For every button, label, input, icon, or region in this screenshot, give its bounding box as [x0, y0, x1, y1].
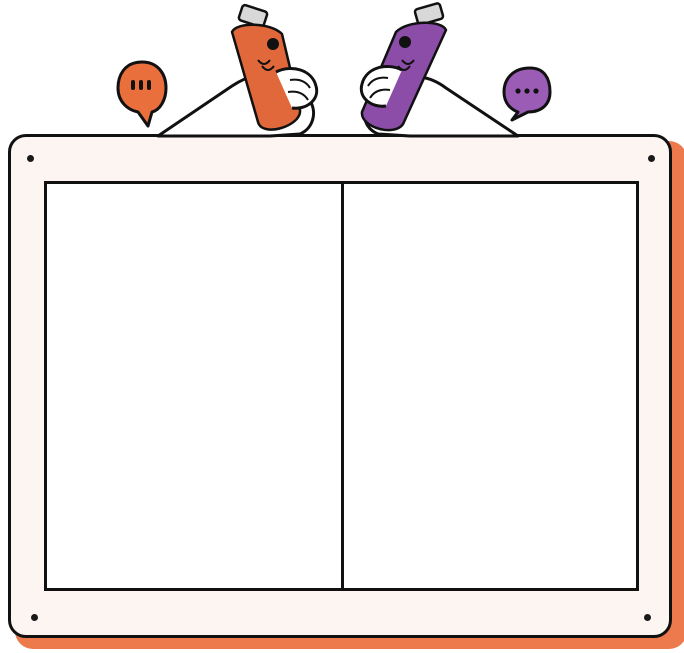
comic-panel-right	[341, 181, 639, 591]
screw-top-left	[27, 155, 34, 162]
ellipsis-icon	[515, 88, 539, 94]
ellipsis-icon	[131, 80, 151, 90]
screw-bottom-right	[644, 614, 651, 621]
orange-bottle-icon	[230, 3, 302, 131]
left-arm-holding-bottle	[156, 3, 319, 138]
board-frame	[8, 134, 672, 638]
screw-top-right	[648, 155, 655, 162]
left-speech-bubble	[116, 60, 168, 128]
right-speech-bubble	[502, 66, 552, 122]
right-arm-holding-bottle	[359, 2, 520, 138]
purple-bottle-icon	[360, 2, 448, 132]
screw-bottom-left	[31, 614, 38, 621]
comic-panel-left	[44, 181, 344, 591]
comic-board-stage	[0, 0, 684, 653]
